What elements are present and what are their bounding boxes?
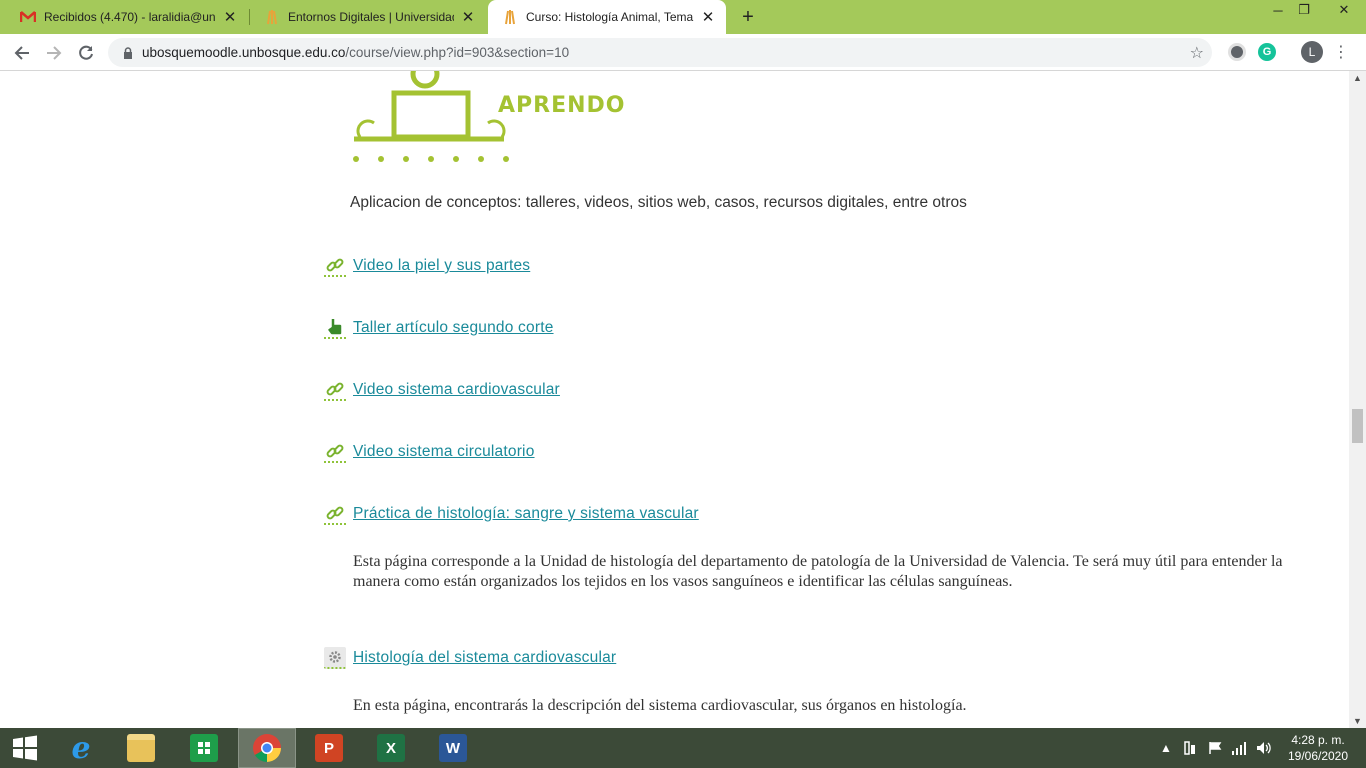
url-text: ubosquemoodle.unbosque.edu.co/course/vie… (142, 45, 569, 60)
unbosque-icon (502, 9, 518, 25)
start-button[interactable] (0, 728, 50, 768)
activity-link[interactable]: Video sistema circulatorio (353, 443, 535, 461)
system-clock[interactable]: 4:28 p. m. 19/06/2020 (1280, 732, 1356, 764)
close-window-icon[interactable]: ✕ (1322, 0, 1366, 20)
url-host: ubosquemoodle.unbosque.edu.co (142, 45, 346, 60)
page-content: APRENDO Aplicacion de conceptos: tallere… (0, 71, 1349, 728)
activity-item: Taller artículo segundo corte (324, 315, 554, 341)
profile-avatar[interactable]: L (1301, 41, 1323, 63)
excel-icon: X (377, 734, 405, 762)
scroll-down-icon[interactable]: ▼ (1353, 716, 1362, 726)
close-icon[interactable]: ✕ (222, 9, 238, 26)
taskbar-file-explorer[interactable] (112, 728, 170, 768)
section-summary: Aplicacion de conceptos: talleres, video… (350, 194, 967, 211)
tab-title: Curso: Histología Animal, Tema: A (526, 10, 694, 24)
url-path: /course/view.php?id=903&section=10 (345, 45, 570, 60)
restore-icon[interactable]: ❐ (1289, 0, 1319, 20)
gear-icon (324, 647, 346, 669)
scroll-up-icon[interactable]: ▲ (1353, 73, 1362, 83)
lock-icon (120, 46, 136, 59)
volume-icon[interactable] (1256, 728, 1272, 768)
powerpoint-icon: P (315, 734, 343, 762)
taskbar-word[interactable]: W (424, 728, 482, 768)
arrow-right-icon (47, 46, 62, 60)
action-center-flag-icon[interactable] (1208, 728, 1222, 768)
browser-toolbar: ubosquemoodle.unbosque.edu.co/course/vie… (0, 34, 1366, 71)
activity-item: Práctica de histología: sangre y sistema… (324, 501, 699, 527)
aprendo-logo (353, 71, 509, 162)
activity-item: Video sistema circulatorio (324, 439, 535, 465)
activity-item: Histología del sistema cardiovascular (324, 645, 616, 671)
folder-icon (127, 734, 155, 762)
activity-link[interactable]: Taller artículo segundo corte (353, 319, 554, 337)
windows-taskbar: e P X W ▲ 4:28 p. m. 19/06/2020 (0, 728, 1366, 768)
network-adapter-icon[interactable] (1183, 728, 1197, 768)
signal-bars-icon[interactable] (1231, 728, 1247, 768)
activity-item: Video la piel y sus partes (324, 253, 530, 279)
back-button[interactable] (9, 40, 35, 66)
close-icon[interactable]: ✕ (700, 9, 716, 26)
unbosque-icon (264, 9, 280, 25)
clock-date: 19/06/2020 (1287, 749, 1349, 763)
word-icon: W (439, 734, 467, 762)
extension-icon[interactable] (1228, 43, 1246, 61)
taskbar-internet-explorer[interactable]: e (52, 728, 110, 768)
scroll-thumb[interactable] (1352, 409, 1363, 443)
activity-link[interactable]: Video sistema cardiovascular (353, 381, 560, 399)
taskbar-excel[interactable]: X (362, 728, 420, 768)
activity-description: En esta página, encontrarás la descripci… (353, 697, 967, 714)
activity-item: Video sistema cardiovascular (324, 377, 560, 403)
taskbar-store[interactable] (175, 728, 233, 768)
link-icon (324, 379, 346, 401)
tab-strip: Recibidos (4.470) - laralidia@unb ✕ Ento… (0, 0, 1366, 34)
taskbar-powerpoint[interactable]: P (300, 728, 358, 768)
aprendo-heading: APRENDO (498, 93, 626, 118)
close-icon[interactable]: ✕ (460, 9, 476, 26)
tab-title: Recibidos (4.470) - laralidia@unb (44, 10, 216, 24)
page-scrollbar[interactable]: ▲ ▼ (1349, 71, 1366, 728)
tab-title: Entornos Digitales | Universidad E (288, 10, 454, 24)
hand-pointer-icon (324, 317, 346, 339)
link-icon (324, 255, 346, 277)
chrome-icon (253, 734, 281, 762)
store-icon (190, 734, 218, 762)
arrow-left-icon (14, 46, 29, 60)
new-tab-button[interactable]: + (737, 6, 759, 28)
tab-gmail[interactable]: Recibidos (4.470) - laralidia@unb ✕ (6, 0, 248, 34)
link-icon (324, 503, 346, 525)
reload-button[interactable] (73, 40, 99, 66)
tab-curso-histologia[interactable]: Curso: Histología Animal, Tema: A ✕ (488, 0, 726, 34)
activity-link[interactable]: Video la piel y sus partes (353, 257, 530, 275)
clock-time: 4:28 p. m. (1291, 733, 1345, 747)
grammarly-icon[interactable]: G (1258, 43, 1276, 61)
menu-kebab-icon[interactable]: ⋮ (1333, 41, 1349, 63)
show-hidden-icons-icon[interactable]: ▲ (1160, 728, 1172, 768)
link-icon (324, 441, 346, 463)
activity-description: Esta página corresponde a la Unidad de h… (353, 553, 1283, 590)
windows-logo-icon (13, 735, 37, 761)
bookmark-star-icon[interactable]: ☆ (1190, 43, 1204, 63)
tab-entornos-digitales[interactable]: Entornos Digitales | Universidad E ✕ (250, 0, 486, 34)
internet-explorer-icon: e (71, 730, 91, 766)
taskbar-chrome[interactable] (238, 728, 296, 768)
gmail-icon (20, 9, 36, 25)
activity-link[interactable]: Histología del sistema cardiovascular (353, 649, 616, 667)
reload-icon (79, 45, 93, 60)
address-bar[interactable]: ubosquemoodle.unbosque.edu.co/course/vie… (108, 38, 1212, 67)
activity-link[interactable]: Práctica de histología: sangre y sistema… (353, 505, 699, 523)
forward-button[interactable] (41, 40, 67, 66)
